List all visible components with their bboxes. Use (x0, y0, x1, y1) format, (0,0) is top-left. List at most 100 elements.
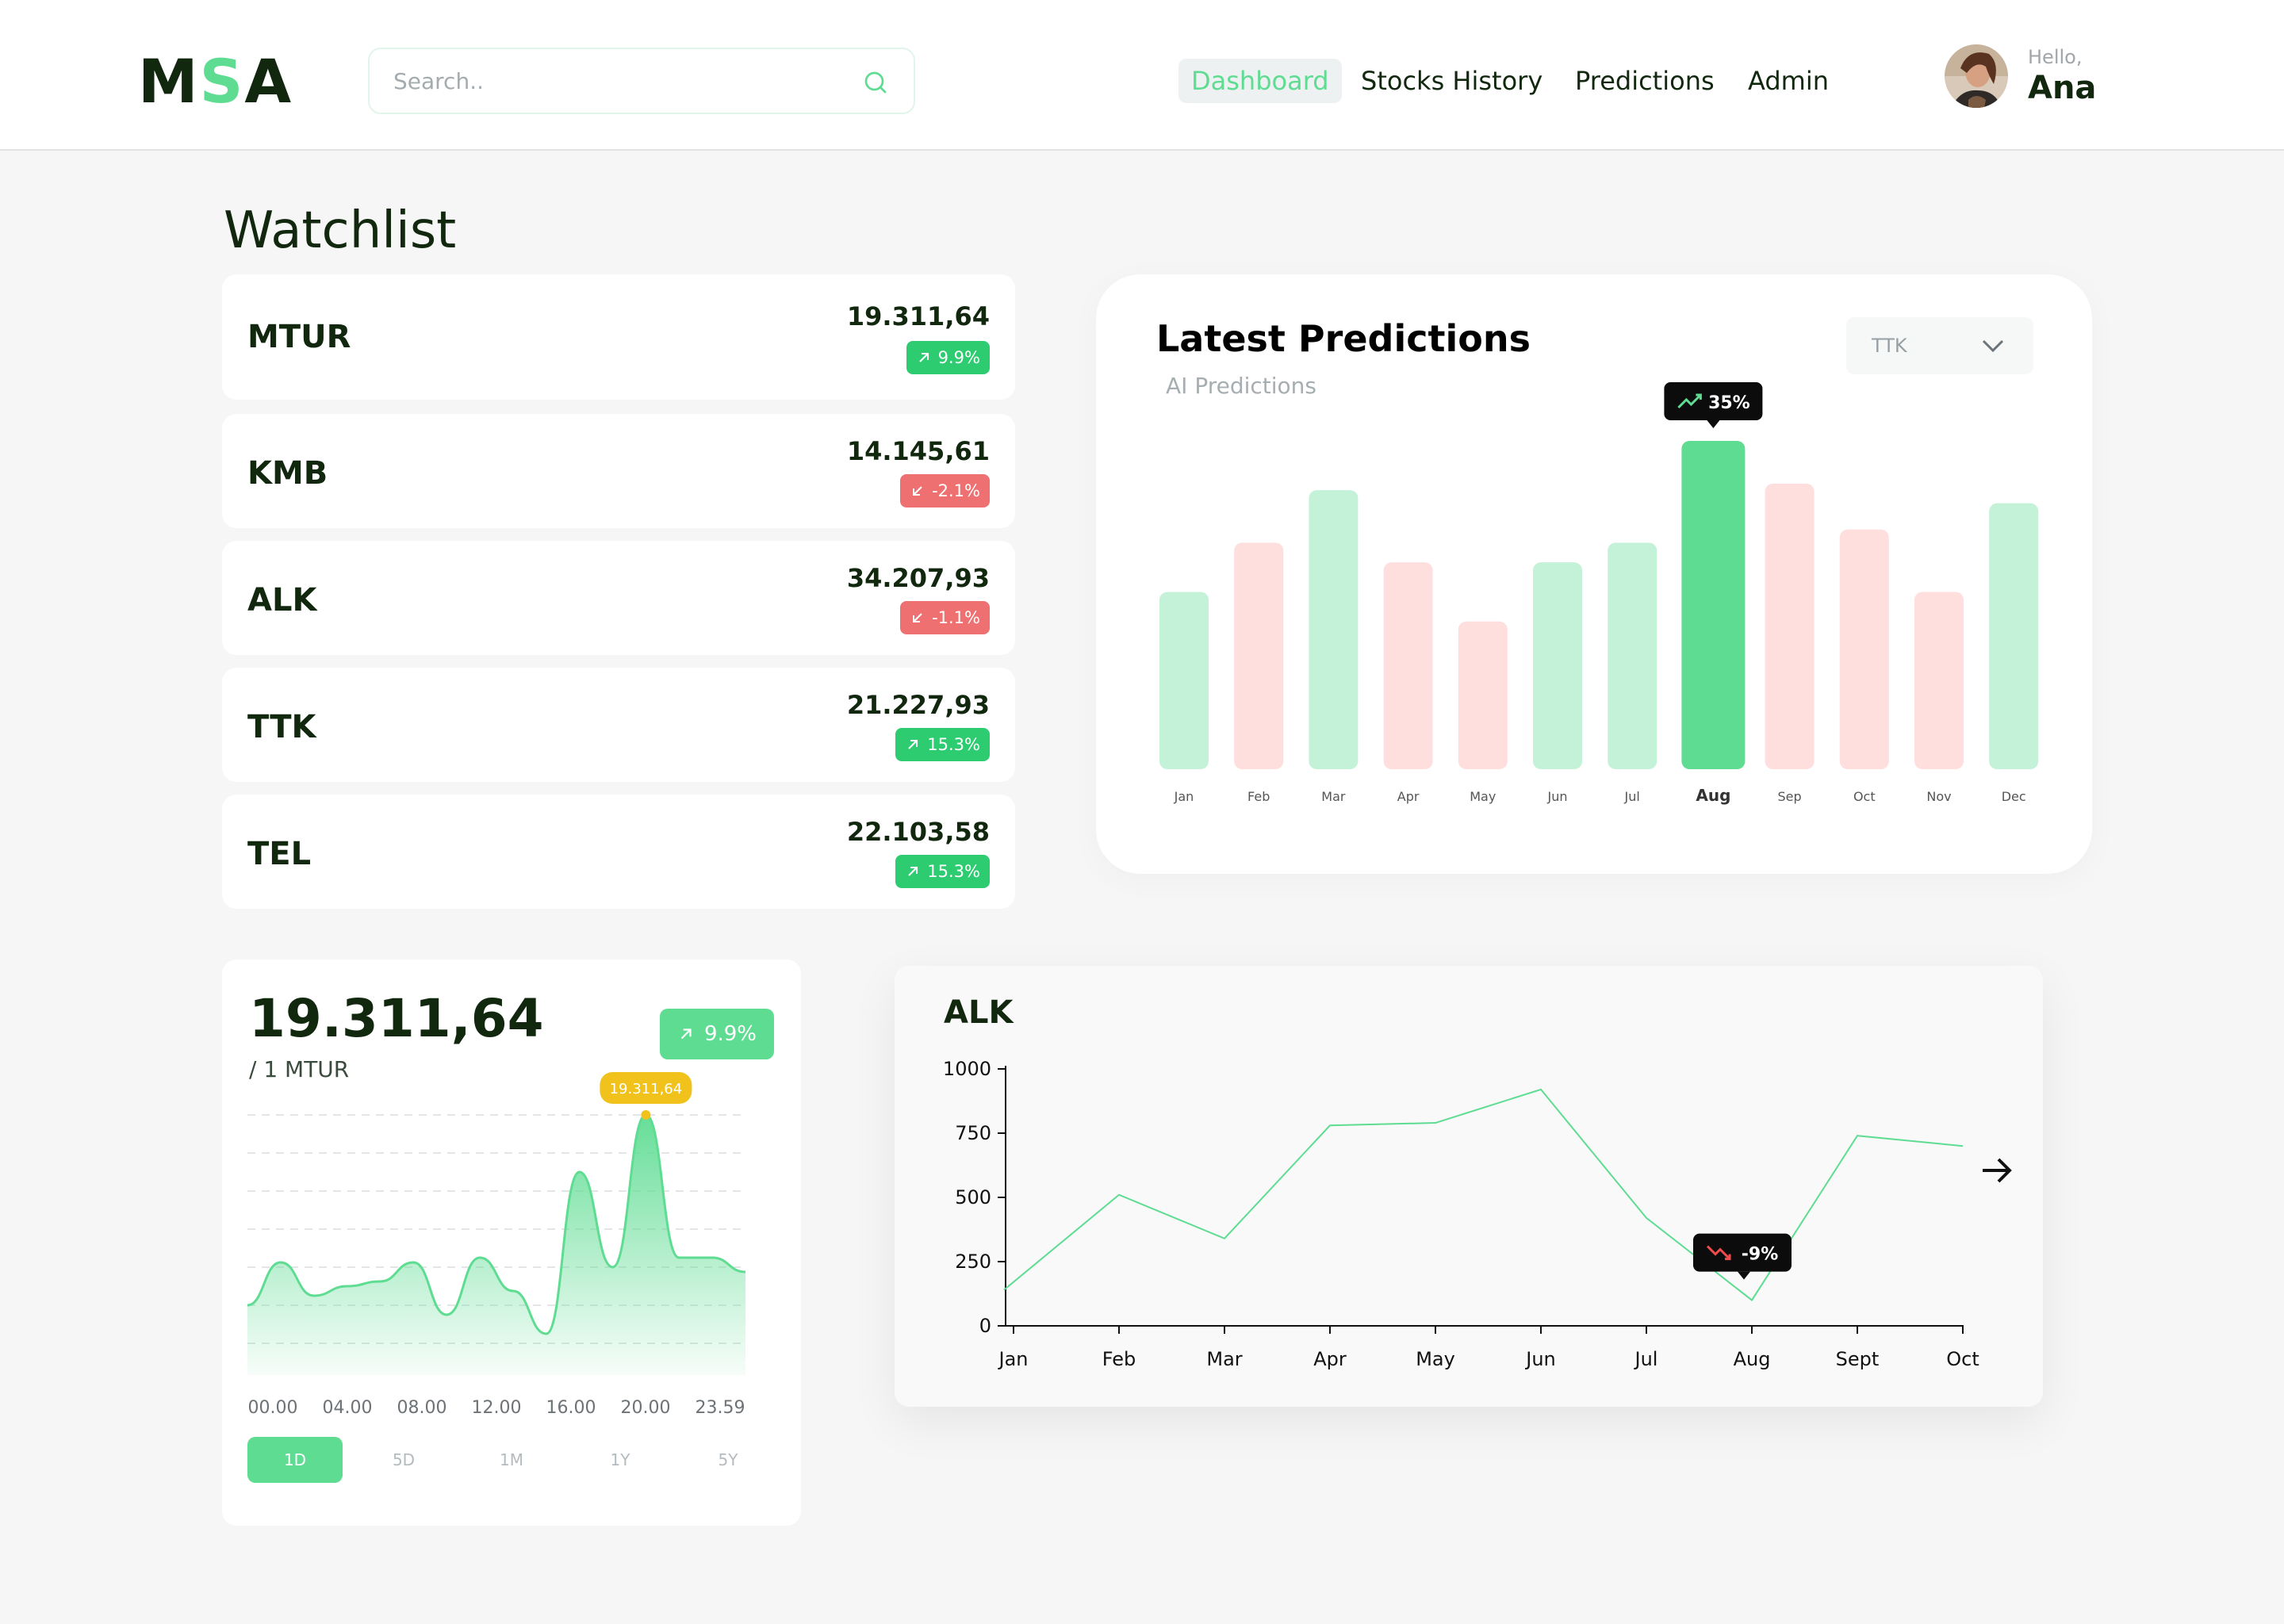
change-badge: 9.9% (906, 341, 990, 374)
predictions-bar-chart: Jan Feb Mar Apr May Jun Jul Aug 35% Sep Oct Nov Dec (1159, 382, 2039, 805)
x-tick-label: 16.00 (546, 1398, 596, 1418)
x-tick-label: Sept (1836, 1348, 1880, 1370)
x-tick-label: May (1416, 1348, 1455, 1370)
app-logo[interactable]: MSA (138, 46, 293, 117)
watchlist-item-alk[interactable]: ALK 34.207,93 -1.1% (222, 541, 1015, 655)
x-tick-label: Apr (1313, 1348, 1347, 1370)
peak-marker (641, 1110, 651, 1120)
change-badge: 15.3% (895, 855, 990, 888)
x-tick-label: Mar (1321, 789, 1346, 804)
x-tick-label: Sep (1778, 789, 1802, 804)
tooltip-text: 35% (1708, 393, 1750, 413)
x-tick-label: 20.00 (621, 1398, 671, 1418)
watchlist-item-kmb[interactable]: KMB 14.145,61 -2.1% (222, 414, 1015, 528)
search-placeholder: Search.. (393, 68, 484, 94)
arrow-right-icon[interactable] (1979, 1155, 2014, 1186)
predictions-card: Latest Predictions AI Predictions TTK Ja… (1096, 274, 2092, 874)
tooltip-pointer (1707, 420, 1720, 428)
nav-dashboard[interactable]: Dashboard (1178, 59, 1342, 103)
x-tick-label: Aug (1696, 786, 1730, 805)
x-tick-label: 08.00 (397, 1398, 447, 1418)
watchlist-symbol: TTK (247, 709, 316, 745)
arrow-up-right-icon (918, 353, 929, 362)
intraday-area-chart: 19.311,64 00.00 04.00 08.00 12.00 16.00 20.00 2… (247, 1072, 746, 1418)
alk-chart-card: ALK 0 250 500 750 1000 Jan Feb Mar Apr May Jun Jul A… (895, 966, 2043, 1407)
x-tick-label: Nov (1926, 789, 1951, 804)
nav-predictions[interactable]: Predictions (1575, 59, 1715, 103)
range-1d-button[interactable]: 1D (247, 1437, 343, 1483)
x-tick-label: Jul (1624, 789, 1640, 804)
change-badge: -2.1% (900, 474, 990, 508)
bar-feb (1234, 542, 1284, 769)
nav-stocks-history[interactable]: Stocks History (1361, 59, 1542, 103)
avatar[interactable] (1945, 44, 2008, 108)
search-icon[interactable] (861, 68, 890, 97)
prediction-tooltip: 35% (1664, 382, 1763, 428)
x-tick-label: Jun (1547, 789, 1568, 804)
bar-may (1458, 621, 1508, 769)
x-tick-label: Jan (998, 1348, 1029, 1370)
x-tick-label: Jan (1174, 789, 1194, 804)
x-tick-label: Jul (1634, 1348, 1658, 1370)
watchlist-item-ttk[interactable]: TTK 21.227,93 15.3% (222, 668, 1015, 782)
x-tick-label: Apr (1397, 789, 1420, 804)
x-tick-label: Dec (2002, 789, 2026, 804)
range-1y-button[interactable]: 1Y (573, 1437, 668, 1483)
x-tick-label: May (1470, 789, 1496, 804)
y-tick-label: 1000 (943, 1058, 991, 1080)
arrow-up-right-icon (908, 740, 918, 749)
change-badge: 15.3% (895, 728, 990, 761)
x-tick-label: 23.59 (696, 1398, 745, 1418)
watchlist-title: Watchlist (224, 201, 457, 260)
alk-series-line (1003, 1088, 1964, 1302)
range-1m-button[interactable]: 1M (464, 1437, 559, 1483)
x-tick-label: 12.00 (472, 1398, 522, 1418)
x-tick-label: Aug (1734, 1348, 1771, 1370)
nav-admin[interactable]: Admin (1748, 59, 1829, 103)
watchlist-symbol: ALK (247, 582, 317, 619)
tooltip-text: -9% (1742, 1245, 1778, 1265)
x-tick-label: Jun (1524, 1348, 1556, 1370)
bar-apr (1383, 562, 1433, 769)
alk-line-chart: 0 250 500 750 1000 Jan Feb Mar Apr May Jun Jul Aug Se… (943, 1058, 1979, 1370)
intraday-card: 19.311,64 / 1 MTUR 9.9% 19.311,64 00.00 04… (222, 959, 801, 1526)
x-tick-label: Feb (1102, 1348, 1136, 1370)
watchlist-symbol: KMB (247, 455, 328, 492)
x-tick-label: Oct (1946, 1348, 1979, 1370)
x-tick-label: 00.00 (248, 1398, 298, 1418)
search-input[interactable]: Search.. (368, 48, 915, 114)
arrow-up-right-icon (908, 867, 918, 876)
alk-tooltip: -9% (1693, 1233, 1792, 1280)
bar-oct (1839, 529, 1889, 769)
watchlist-symbol: MTUR (247, 319, 351, 355)
x-tick-label: Mar (1206, 1348, 1242, 1370)
top-header: MSA Search.. Dashboard Stocks History Pr… (0, 0, 2284, 151)
x-tick-label: 04.00 (323, 1398, 373, 1418)
watchlist-item-tel[interactable]: TEL 22.103,58 15.3% (222, 795, 1015, 909)
bar-sep (1765, 483, 1815, 769)
watchlist-price: 14.145,61 (846, 436, 990, 466)
range-5d-button[interactable]: 5D (356, 1437, 451, 1483)
watchlist-price: 22.103,58 (846, 817, 990, 847)
bar-dec (1989, 503, 2039, 769)
y-tick-label: 0 (979, 1315, 991, 1337)
change-badge: -1.1% (900, 601, 990, 634)
range-5y-button[interactable]: 5Y (680, 1437, 776, 1483)
bar-jan (1159, 592, 1209, 769)
watchlist-price: 19.311,64 (846, 301, 990, 331)
y-tick-label: 750 (955, 1122, 991, 1144)
watchlist-symbol: TEL (247, 836, 312, 872)
bar-aug (1681, 441, 1746, 769)
peak-label: 19.311,64 (610, 1081, 683, 1097)
watchlist-price: 21.227,93 (846, 690, 990, 720)
user-name[interactable]: Ana (2028, 70, 2096, 106)
x-tick-label: Oct (1853, 789, 1876, 804)
watchlist-item-mtur[interactable]: MTUR 19.311,64 9.9% (222, 274, 1015, 400)
bar-jun (1533, 562, 1582, 769)
arrow-down-left-icon (913, 486, 922, 496)
arrow-down-left-icon (913, 613, 922, 622)
y-tick-label: 250 (955, 1251, 991, 1273)
x-tick-label: Feb (1247, 789, 1270, 804)
bar-nov (1914, 592, 1964, 769)
y-tick-label: 500 (955, 1186, 991, 1208)
